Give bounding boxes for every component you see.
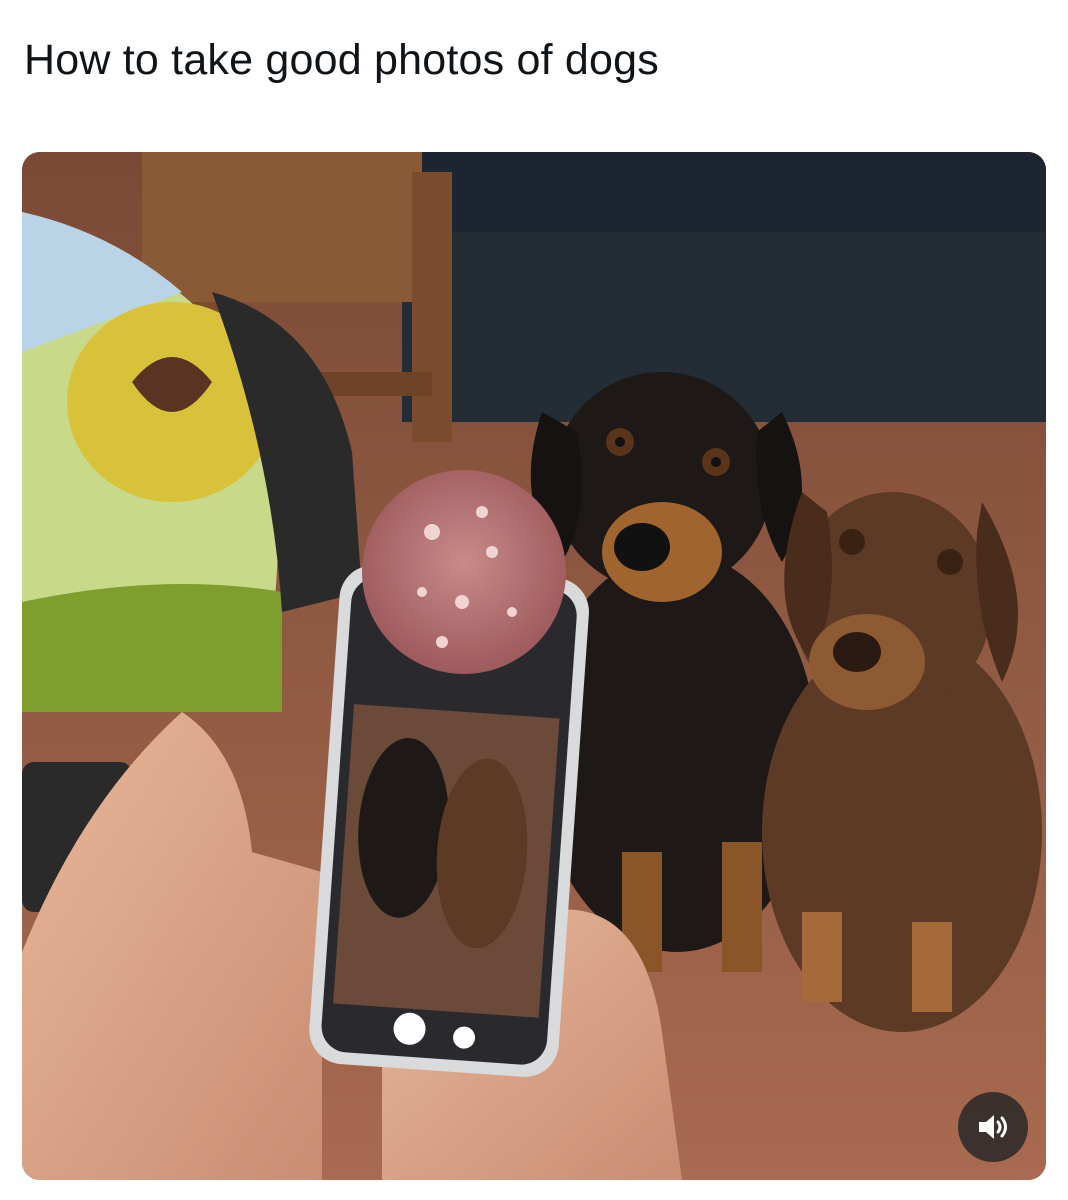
salami-slice: [362, 470, 566, 674]
chocolate-dachshund: [762, 492, 1042, 1032]
sound-toggle-button[interactable]: [958, 1092, 1028, 1162]
post-media-video[interactable]: [22, 152, 1046, 1180]
photo-scene: [22, 152, 1046, 1180]
post-title: How to take good photos of dogs: [24, 36, 659, 84]
speaker-volume-icon: [979, 1115, 1007, 1139]
